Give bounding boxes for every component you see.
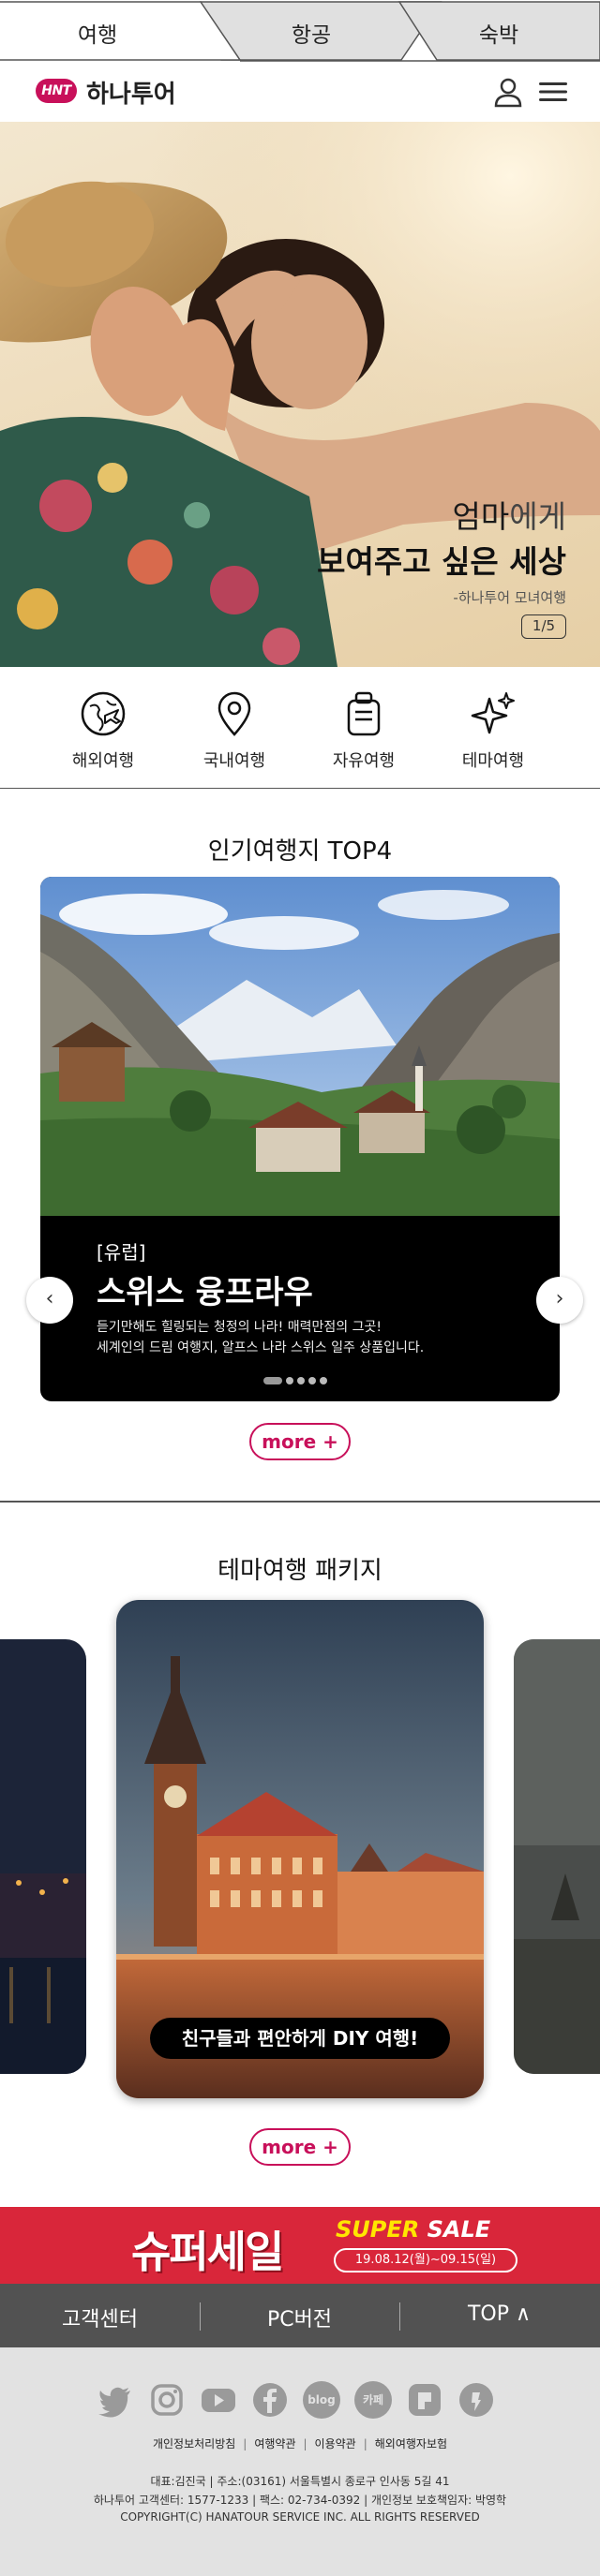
tab-flight[interactable]: 항공 [255,17,368,49]
hero-title-rest: 에게 [509,498,566,535]
popular-more-button[interactable]: more + [249,1423,351,1460]
logo-text[interactable]: 하나투어 [86,75,176,110]
quick-item-theme[interactable]: 테마여행 [437,689,549,772]
theme-next-photo [514,1639,600,2074]
company-info-line2: 하나투어 고객센터: 1577-1233 | 팩스: 02-734-0392 |… [93,2494,507,2507]
instagram-icon[interactable] [148,2381,186,2419]
tab-travel[interactable]: 여행 [41,17,154,49]
super-sale-banner[interactable]: 슈퍼세일 SUPER SALE 19.08.12(월)~09.15(일) [0,2207,600,2284]
youtube-icon[interactable] [200,2381,237,2419]
carousel-dot[interactable] [286,1377,293,1384]
kakao-icon[interactable]: 카페 [354,2381,392,2419]
hero-photo [0,122,600,667]
travel-insurance-link[interactable]: 해외여행자보험 [375,2437,447,2450]
footer: blog 카페 개인정보처리방침 | 여행약관 | 이용약관 | 해외여행자보험 대표:김진… [0,2347,600,2576]
theme-card-prev[interactable] [0,1639,86,2074]
carousel-dot[interactable] [320,1377,327,1384]
company-info-line1: 대표:김진국 | 주소:(03161) 서울특별시 종로구 인사동 5길 41 [150,2475,450,2488]
tab-hotel[interactable]: 숙박 [442,17,555,49]
privacy-policy-link[interactable]: 개인정보처리방침 [153,2437,235,2450]
popular-desc-line2: 세계인의 드림 여행지, 알프스 나라 스위스 일주 상품입니다. [97,1340,425,1355]
facebook-icon[interactable] [251,2381,289,2419]
copyright-text: COPYRIGHT(C) HANATOUR SERVICE INC. ALL R… [120,2510,480,2524]
logo-badge[interactable]: HNT [36,79,77,103]
travel-terms-link[interactable]: 여행약관 [254,2437,295,2450]
quick-label-domestic: 국내여행 [202,751,266,771]
carousel-next-button[interactable]: › [536,1277,583,1324]
quick-label-theme: 테마여행 [461,751,525,771]
sale-english-text: SUPER SALE [336,2216,490,2243]
luggage-icon [347,691,381,736]
twitter-icon[interactable] [97,2381,134,2419]
sale-en-super: SUPER [336,2216,420,2243]
hero-title-line1: 엄마에게 [453,492,566,537]
sale-main-text: 슈퍼세일 [131,2227,284,2277]
quick-item-overseas[interactable]: 해외여행 [47,689,159,772]
hero-title-strong: 엄마 [452,498,510,535]
theme-section-title: 테마여행 패키지 [218,1557,382,1585]
popular-photo [40,877,560,1216]
quick-item-free[interactable]: 자유여행 [308,689,420,772]
section-divider [0,1501,600,1503]
terms-of-use-link[interactable]: 이용약관 [315,2437,356,2450]
theme-card-next[interactable] [514,1639,600,2074]
carousel-dots [263,1377,331,1384]
hamburger-menu-icon[interactable] [536,75,570,109]
globe-plane-icon [81,691,126,736]
kakaostory-icon[interactable] [458,2381,495,2419]
sparkle-icon [471,692,515,734]
hero-subtitle: -하나투어 모녀여행 [453,589,566,606]
popular-region-tag: [유럽] [97,1241,146,1264]
top-link[interactable]: TOP ∧ [399,2302,599,2326]
quick-menu: 해외여행 국내여행 자유여행 테마여행 [0,667,600,789]
pc-version-link[interactable]: PC버전 [200,2302,399,2332]
footer-policy-links: 개인정보처리방침 | 여행약관 | 이용약관 | 해외여행자보험 [152,2437,448,2450]
sale-en-sale: SALE [427,2216,491,2243]
header: HNT 하나투어 [0,62,600,122]
hero-banner[interactable]: 엄마에게 보여주고 싶은 세상 -하나투어 모녀여행 1/5 [0,122,600,667]
hero-slide-counter: 1/5 [521,614,566,639]
post-icon[interactable] [406,2381,443,2419]
map-pin-icon [218,691,251,736]
blog-icon[interactable]: blog [303,2381,340,2419]
quick-label-overseas: 해외여행 [71,751,135,771]
theme-prev-photo [0,1639,86,2074]
quick-item-domestic[interactable]: 국내여행 [178,689,291,772]
carousel-prev-button[interactable]: ‹ [26,1277,73,1324]
carousel-dot[interactable] [263,1377,282,1384]
bottom-link-bar: 고객센터 PC버전 TOP ∧ [0,2284,600,2347]
top-tabs: 여행 항공 숙박 [0,0,600,62]
quick-label-free: 자유여행 [332,751,396,771]
hero-title-line2: 보여주고 싶은 세상 [317,543,566,580]
sale-date-range: 19.08.12(월)~09.15(일) [334,2248,518,2273]
popular-card[interactable]: [유럽] 스위스 융프라우 듣기만해도 힐링되는 청정의 나라! 매력만점의 그… [40,877,560,1401]
carousel-dot[interactable] [308,1377,316,1384]
popular-desc-line1: 듣기만해도 힐링되는 청정의 나라! 매력만점의 그곳! [97,1320,382,1335]
theme-more-button[interactable]: more + [249,2128,351,2166]
carousel-dot[interactable] [297,1377,305,1384]
page: 여행 항공 숙박 HNT 하나투어 엄마에게 보여주고 싶은 세상 -하나투어 … [0,0,600,2576]
popular-description: 듣기만해도 힐링되는 청정의 나라! 매력만점의 그곳! 세계인의 드림 여행지… [97,1317,424,1358]
popular-section-title: 인기여행지 TOP4 [207,837,393,866]
popular-destination-name: 스위스 융프라우 [97,1274,313,1311]
theme-caption-pill: 친구들과 편안하게 DIY 여행! [150,2018,450,2059]
customer-center-link[interactable]: 고객센터 [0,2302,200,2332]
user-icon[interactable] [491,75,525,109]
theme-card-main[interactable]: 친구들과 편안하게 DIY 여행! [116,1600,484,2098]
